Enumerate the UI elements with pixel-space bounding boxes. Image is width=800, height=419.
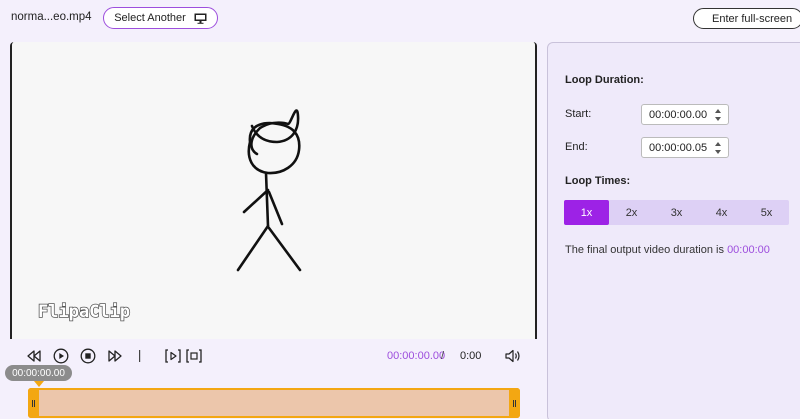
video-player[interactable]: FlipaClip xyxy=(10,42,537,339)
loop-option-1x[interactable]: 1x xyxy=(564,200,609,225)
video-frame: FlipaClip xyxy=(12,42,535,339)
total-time: 0:00 xyxy=(460,350,482,362)
rewind-icon xyxy=(27,350,41,362)
file-name: norma...eo.mp4 xyxy=(11,11,92,23)
loop-times-title: Loop Times: xyxy=(565,175,631,187)
fast-forward-button[interactable] xyxy=(107,347,123,365)
fullscreen-label: Enter full-screen xyxy=(712,12,793,25)
start-time-value: 00:00:00.00 xyxy=(649,109,708,121)
grip-icon xyxy=(513,399,516,407)
set-start-icon xyxy=(165,349,181,363)
volume-icon xyxy=(505,349,520,363)
start-time-input[interactable]: 00:00:00.00 xyxy=(641,104,729,125)
play-icon xyxy=(53,348,69,364)
end-time-value: 00:00:00.05 xyxy=(649,142,708,154)
monitor-icon xyxy=(194,13,207,24)
end-label: End: xyxy=(565,141,588,153)
final-duration-text: The final output video duration is 00:00… xyxy=(565,244,770,256)
start-label: Start: xyxy=(565,108,592,120)
play-button[interactable] xyxy=(52,347,70,365)
final-duration-value: 00:00:00 xyxy=(727,244,770,256)
spinner-icon[interactable] xyxy=(715,108,722,122)
loop-option-4x[interactable]: 4x xyxy=(699,200,744,225)
playhead-tooltip: 00:00:00.00 xyxy=(5,365,72,381)
app-window: norma...eo.mp4 Select Another Enter full… xyxy=(0,0,800,419)
top-bar: norma...eo.mp4 Select Another Enter full… xyxy=(0,0,800,38)
rewind-button[interactable] xyxy=(26,347,42,365)
loop-duration-title: Loop Duration: xyxy=(565,74,644,86)
set-end-button[interactable] xyxy=(186,347,202,365)
playback-controls: 00:00:00.00 / 0:00 xyxy=(22,344,532,368)
set-start-button[interactable] xyxy=(165,347,181,365)
loop-option-5x[interactable]: 5x xyxy=(744,200,789,225)
grip-icon xyxy=(32,399,35,407)
final-duration-label: The final output video duration is xyxy=(565,244,724,256)
controls-divider xyxy=(137,347,143,365)
loop-times-selector: 1x 2x 3x 4x 5x xyxy=(564,200,789,225)
end-time-input[interactable]: 00:00:00.05 xyxy=(641,137,729,158)
time-separator: / xyxy=(441,350,445,362)
volume-button[interactable] xyxy=(504,347,522,365)
fast-forward-icon xyxy=(108,350,122,362)
loop-option-2x[interactable]: 2x xyxy=(609,200,654,225)
stop-icon xyxy=(80,348,96,364)
trim-handle-end[interactable] xyxy=(509,388,520,418)
loop-settings-panel: Loop Duration: Start: 00:00:00.00 End: 0… xyxy=(547,42,800,419)
current-time: 00:00:00.00 xyxy=(387,350,446,362)
svg-text:FlipaClip: FlipaClip xyxy=(38,302,130,322)
loop-option-3x[interactable]: 3x xyxy=(654,200,699,225)
trim-handle-start[interactable] xyxy=(28,388,39,418)
playhead-marker[interactable] xyxy=(34,381,44,387)
fullscreen-button[interactable]: Enter full-screen xyxy=(693,8,800,29)
select-another-button[interactable]: Select Another xyxy=(103,7,218,29)
stop-button[interactable] xyxy=(79,347,97,365)
spinner-icon[interactable] xyxy=(715,141,722,155)
flipaclip-watermark: FlipaClip xyxy=(37,301,131,323)
set-end-icon xyxy=(186,349,202,363)
select-another-label: Select Another xyxy=(114,12,186,24)
trim-timeline[interactable] xyxy=(28,388,520,418)
